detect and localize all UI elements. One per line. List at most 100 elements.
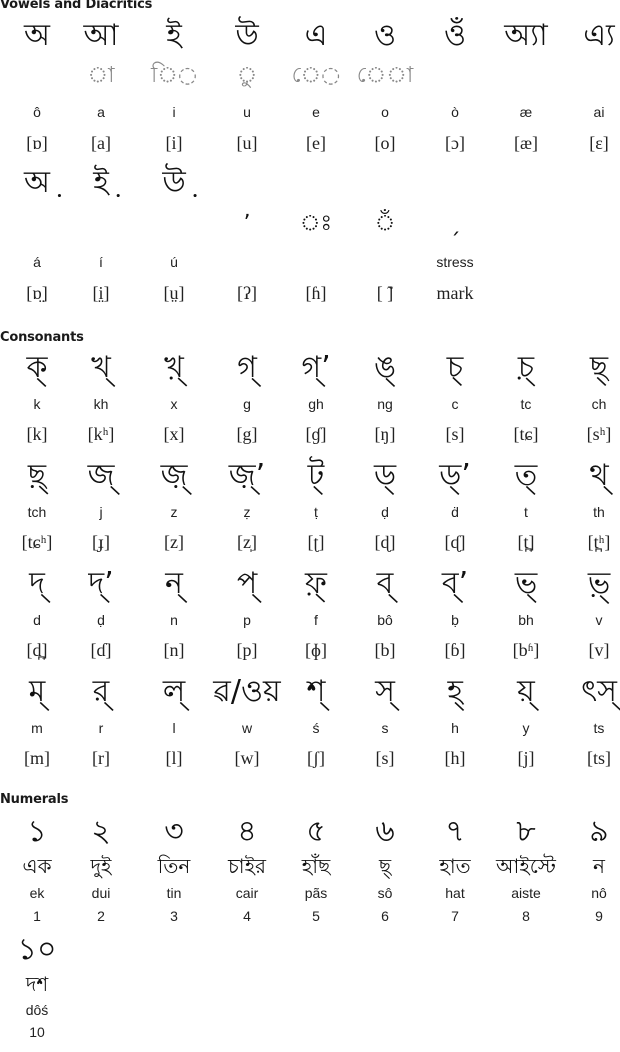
consonant-transliteration: z (170, 504, 178, 520)
vowel-ipa: [u] (236, 133, 258, 153)
consonant-transliteration: s (381, 720, 389, 736)
vowel-letter: অ় (24, 165, 50, 200)
vowel-transliteration: ai (593, 104, 605, 120)
vowel-ipa: [ṳ] (163, 283, 185, 303)
numeral-value: 8 (522, 908, 530, 924)
consonant-letter: ত্ (514, 458, 538, 493)
consonant-transliteration: x (170, 396, 178, 412)
consonant-ipa: [ɠ] (305, 424, 327, 444)
vowel-latin2-row: á í ú stress (0, 252, 620, 282)
consonant-transliteration: ch (591, 396, 607, 412)
consonant-ipa: [z] (164, 532, 184, 552)
vowel-ipa: [o] (374, 133, 396, 153)
vowel-transliteration: ô (33, 104, 41, 120)
consonant-ipa: [t̪] (517, 532, 535, 552)
consonant-transliteration: ḋ (451, 504, 459, 520)
consonant-letter: জ্ (87, 458, 115, 493)
vowel-letter: ও (373, 18, 397, 53)
numeral-ten-transliteration: dôś (25, 1002, 49, 1018)
consonant-letter: ব্ʼ (441, 566, 469, 601)
consonant-transliteration: j (99, 504, 103, 520)
numeral-ten-value: 10 (29, 1024, 45, 1040)
vowel-transliteration: æ (519, 104, 533, 120)
consonant-ipa: [ɗ] (90, 640, 112, 660)
consonant-latin-row: k kh x g gh ng c tc ch (0, 394, 620, 424)
consonant-ipa-row: [d̪] [ɗ] [n] [p] [ɸ] [b] [ɓ] [bʱ] [v] (0, 638, 620, 668)
vowel-transliteration: o (381, 104, 389, 120)
consonant-transliteration: ḍ (381, 504, 389, 520)
consonant-ipa-row: [m] [r] [l] [w] [ʃ] [s] [h] [j] [ts] (0, 746, 620, 776)
numeral-digit: ৪ (237, 814, 257, 849)
consonant-letter: দ্ʼ (88, 566, 114, 601)
consonants-heading: Consonants (0, 330, 84, 345)
consonant-letter: চ্ (446, 350, 464, 385)
consonant-letter: খ়্ (164, 350, 184, 385)
numeral-transliteration: ek (29, 885, 45, 901)
consonant-letter: ৱ/ওয় (213, 674, 281, 709)
numeral-ten-digit: ১০ (17, 932, 57, 967)
consonant-latin-row: d ḍ n p f bô ḅ bh v (0, 610, 620, 640)
consonant-transliteration: bô (377, 612, 393, 628)
consonant-transliteration: t (524, 504, 528, 520)
vowel-ipa: [a] (91, 133, 111, 153)
numeral-word: হাত (439, 854, 471, 878)
numerals-heading: Numerals (0, 792, 69, 807)
vowel-diacritic: ে◌ (291, 63, 341, 88)
consonant-transliteration: ḍ (97, 612, 105, 628)
consonant-ipa: [n] (163, 640, 185, 660)
consonant-letters-row: ক্ খ্ খ়্ গ্ গ্ʼ ঙ্ চ্ চ়্ ছ্ (0, 348, 620, 385)
consonant-letter: ন্ (165, 566, 183, 601)
numeral-transliteration: dui (91, 885, 111, 901)
consonant-letter: স্ (375, 674, 395, 709)
consonant-letter: প্ (236, 566, 258, 601)
consonant-ipa: [ʃ] (307, 748, 325, 768)
consonant-letter: ড্ʼ (439, 458, 471, 493)
consonant-letter: দ্ (29, 566, 45, 601)
consonant-letter: ভ়্ (587, 566, 611, 601)
consonant-transliteration: f (314, 612, 318, 628)
consonant-ipa: [sʰ] (586, 424, 612, 444)
consonant-ipa: [b] (374, 640, 396, 660)
consonant-ipa: [m] (24, 748, 50, 768)
vowel-ipa: [æ] (514, 133, 538, 153)
vowel-letter: অ্যা (504, 18, 548, 53)
vowel-letter: উ় (162, 165, 186, 200)
vowel-ipa-row: [ɒ] [a] [i] [u] [e] [o] [ɔ] [æ] [ɛ] (0, 131, 620, 161)
consonant-ipa: [ɖ] (374, 532, 396, 552)
numeral-transliteration: aiste (511, 885, 541, 901)
vowel-transliteration: í (99, 254, 103, 270)
numeral-value: 6 (381, 908, 389, 924)
consonant-transliteration: n (170, 612, 178, 628)
vowel-diacritic: ˏ (449, 211, 461, 236)
numeral-transliteration: tin (166, 885, 182, 901)
vowel-diacritic: ◌ঁ (374, 211, 396, 236)
consonant-ipa: [kʰ] (87, 424, 115, 444)
vowel-transliteration: á (33, 254, 41, 270)
numeral-digit: ৩ (164, 814, 184, 849)
consonant-ipa: [tɕʰ] (21, 532, 53, 552)
vowel-letters2-row: অ় ই় উ় (0, 163, 620, 200)
consonant-transliteration: ng (377, 396, 393, 412)
consonant-latin-row: m r l w ś s h y ts (0, 718, 620, 748)
consonant-letter: শ্ (306, 674, 326, 709)
consonant-transliteration: g (243, 396, 251, 412)
numeral-transliteration: cair (235, 885, 259, 901)
consonant-letter: জ়্ʼ (228, 458, 266, 493)
numeral-ten-value-row: 10 (0, 1022, 620, 1052)
vowel-letter: এ্য (583, 18, 615, 53)
vowel-diacritic: ে◌া (356, 63, 414, 88)
numeral-word: দুই (90, 854, 112, 878)
consonant-letter: ক্ (26, 350, 48, 385)
vowel-ipa2-row: [ɒ̤] [i̤] [ṳ] [ʔ] [ɦ] [ ̃] mark (0, 281, 620, 311)
consonant-ipa: [x] (163, 424, 185, 444)
consonant-letter: ল্ (162, 674, 186, 709)
vowel-transliteration: stress (436, 254, 474, 270)
consonant-ipa: [g] (236, 424, 258, 444)
consonant-letter: গ্ʼ (301, 350, 331, 385)
vowel-ipa: mark (436, 283, 474, 303)
vowel-letter: এ (304, 18, 328, 53)
vowel-letter: আ (83, 18, 119, 53)
consonant-transliteration: l (172, 720, 176, 736)
numeral-value: 9 (595, 908, 603, 924)
consonant-transliteration: d (33, 612, 41, 628)
